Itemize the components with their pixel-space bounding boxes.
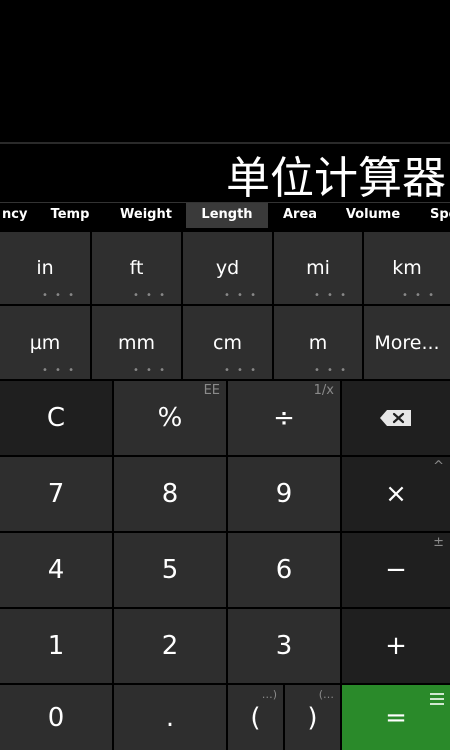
unit-km[interactable]: km • • • xyxy=(364,232,450,304)
unit-label: mm xyxy=(117,331,156,354)
tab-temp[interactable]: Temp xyxy=(40,203,100,228)
close-paren-secondary-label: (… xyxy=(318,688,334,701)
key-label: 5 xyxy=(161,555,179,585)
more-dots-icon: • • • xyxy=(132,365,167,376)
tab-area[interactable]: Area xyxy=(272,203,328,228)
unit-label: km xyxy=(392,257,422,279)
key-label: ÷ xyxy=(273,403,295,433)
key-label: × xyxy=(385,479,407,509)
more-dots-icon: • • • xyxy=(41,290,76,301)
key-label: 8 xyxy=(161,479,179,509)
exponent-secondary-label: EE xyxy=(203,383,220,398)
key-label: ) xyxy=(307,702,318,733)
more-dots-icon: • • • xyxy=(41,365,76,376)
unit-label: mi xyxy=(306,257,330,279)
unit-in[interactable]: in • • • xyxy=(0,232,90,304)
reciprocal-secondary-label: 1/x xyxy=(313,383,334,398)
tab-volume[interactable]: Volume xyxy=(336,203,410,228)
key-label: − xyxy=(385,555,407,585)
unit-cm[interactable]: cm • • • xyxy=(183,306,272,379)
unit-m[interactable]: m • • • xyxy=(274,306,362,379)
more-dots-icon: • • • xyxy=(313,290,348,301)
digit-7-button[interactable]: 7 xyxy=(0,457,112,531)
key-label: C xyxy=(46,403,66,433)
tab-weight[interactable]: Weight xyxy=(110,203,182,228)
unit-label: m xyxy=(308,331,328,354)
digit-0-button[interactable]: 0 xyxy=(0,685,112,750)
more-dots-icon: • • • xyxy=(401,290,436,301)
backspace-button[interactable] xyxy=(342,381,450,455)
unit-yd[interactable]: yd • • • xyxy=(183,232,272,304)
key-label: 2 xyxy=(161,631,179,661)
key-label: 1 xyxy=(47,631,65,661)
plus-minus-secondary-label: ± xyxy=(433,535,444,550)
key-label: = xyxy=(385,702,407,733)
close-paren-button[interactable]: ) (… xyxy=(285,685,340,750)
digit-6-button[interactable]: 6 xyxy=(228,533,340,607)
key-label: + xyxy=(385,631,407,661)
clear-button[interactable]: C xyxy=(0,381,112,455)
unit-ft[interactable]: ft • • • xyxy=(92,232,181,304)
key-label: 9 xyxy=(275,479,293,509)
digit-2-button[interactable]: 2 xyxy=(114,609,226,683)
menu-icon xyxy=(430,693,444,708)
unit-mi[interactable]: mi • • • xyxy=(274,232,362,304)
unit-label: in xyxy=(36,257,54,279)
category-tabs: ncy Temp Weight Length Area Volume Spe xyxy=(0,202,450,228)
key-label: 4 xyxy=(47,555,65,585)
open-paren-secondary-label: …) xyxy=(261,688,277,701)
digit-3-button[interactable]: 3 xyxy=(228,609,340,683)
unit-label: ft xyxy=(129,257,144,279)
display-text: 单位计算器 xyxy=(226,153,446,203)
tab-length[interactable]: Length xyxy=(186,203,268,228)
more-dots-icon: • • • xyxy=(223,290,258,301)
unit-label: yd xyxy=(215,257,240,279)
key-label: 3 xyxy=(275,631,293,661)
digit-9-button[interactable]: 9 xyxy=(228,457,340,531)
digit-5-button[interactable]: 5 xyxy=(114,533,226,607)
unit-um[interactable]: µm • • • xyxy=(0,306,90,379)
backspace-icon xyxy=(380,410,411,426)
tab-currency[interactable]: ncy xyxy=(0,203,36,228)
key-label: . xyxy=(165,702,175,733)
open-paren-button[interactable]: ( …) xyxy=(228,685,283,750)
equals-button[interactable]: = xyxy=(342,685,450,750)
more-dots-icon: • • • xyxy=(223,365,258,376)
empty-top-area xyxy=(0,0,450,142)
unit-mm[interactable]: mm • • • xyxy=(92,306,181,379)
unit-label: cm xyxy=(213,331,242,354)
percent-button[interactable]: % EE xyxy=(114,381,226,455)
key-label: % xyxy=(157,403,183,433)
key-label: 7 xyxy=(47,479,65,509)
key-label: 0 xyxy=(47,702,65,733)
power-secondary-label: ^ xyxy=(433,459,444,474)
key-label: ( xyxy=(250,702,261,733)
unit-label: More... xyxy=(374,331,440,354)
minus-button[interactable]: − ± xyxy=(342,533,450,607)
tab-speed[interactable]: Spe xyxy=(422,203,450,228)
more-dots-icon: • • • xyxy=(132,290,167,301)
digit-1-button[interactable]: 1 xyxy=(0,609,112,683)
divide-button[interactable]: ÷ 1/x xyxy=(228,381,340,455)
display: 单位计算器 xyxy=(0,142,450,202)
digit-8-button[interactable]: 8 xyxy=(114,457,226,531)
digit-4-button[interactable]: 4 xyxy=(0,533,112,607)
unit-label: µm xyxy=(29,331,61,354)
more-dots-icon: • • • xyxy=(313,365,348,376)
multiply-button[interactable]: × ^ xyxy=(342,457,450,531)
key-label: 6 xyxy=(275,555,293,585)
unit-more-button[interactable]: More... xyxy=(364,306,450,379)
decimal-point-button[interactable]: . xyxy=(114,685,226,750)
plus-button[interactable]: + xyxy=(342,609,450,683)
